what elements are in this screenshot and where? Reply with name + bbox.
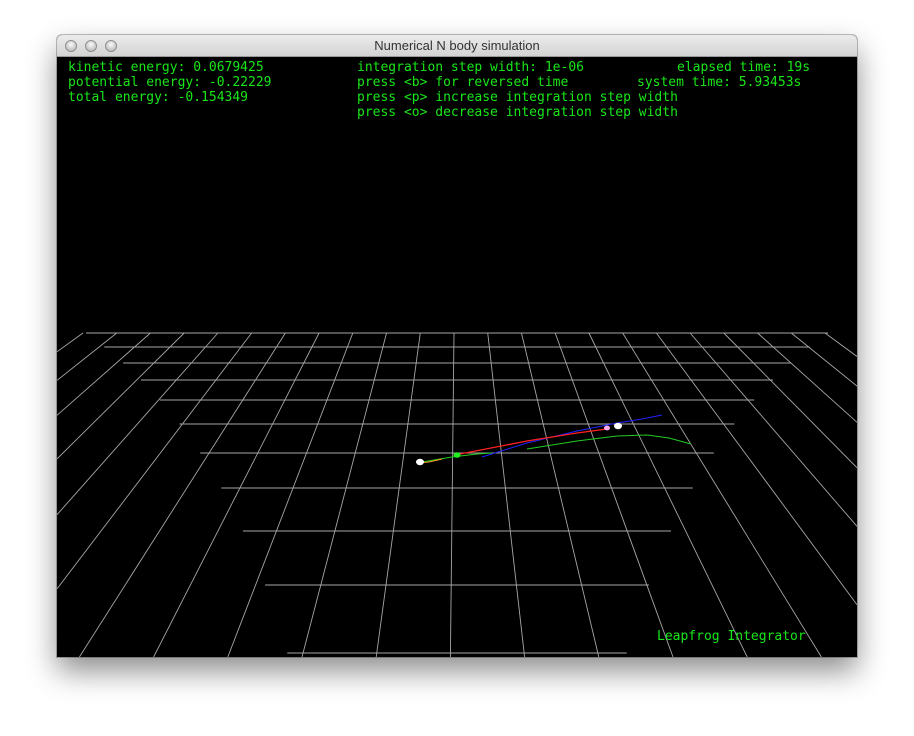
- increase-step-hint: press <p> increase integration step widt…: [357, 90, 678, 105]
- grid-column-line: [824, 332, 857, 357]
- controls-help: integration step width: 1e-06 press <b> …: [357, 60, 678, 120]
- grid-column-line: [375, 332, 421, 657]
- blue-trail: [481, 414, 663, 458]
- grid-column-line: [689, 332, 857, 527]
- grid-column-line: [57, 332, 185, 460]
- window-title: Numerical N body simulation: [374, 38, 540, 53]
- grid-column-line: [79, 332, 286, 657]
- grid-column-line: [153, 332, 320, 657]
- grid-column-line: [57, 332, 151, 416]
- decrease-step-hint: press <o> decrease integration step widt…: [357, 105, 678, 120]
- grid-column-line: [487, 332, 526, 657]
- grid-column-line: [57, 332, 252, 590]
- grid-column-line: [588, 332, 748, 657]
- grid-column-line: [790, 332, 857, 387]
- grid-column-line: [301, 332, 387, 657]
- grid-column-line: [57, 332, 84, 353]
- reverse-time-hint: press <b> for reversed time: [357, 75, 569, 90]
- bodies: [416, 422, 622, 466]
- title-bar[interactable]: Numerical N body simulation: [57, 35, 857, 57]
- grid-column-line: [57, 332, 118, 381]
- grid-column-line: [449, 332, 455, 657]
- floor-grid: [57, 332, 857, 657]
- total-energy-text: total energy: -0.154349: [68, 90, 249, 105]
- grid-column-line: [227, 332, 354, 657]
- scene-svg: [57, 332, 857, 657]
- grid-column-line: [622, 332, 822, 657]
- body-green: [453, 452, 461, 458]
- grid-column-line: [554, 332, 674, 657]
- grid-column-line: [521, 332, 600, 657]
- body-pink: [604, 425, 610, 431]
- body-white-left: [416, 458, 424, 466]
- body-white-right: [614, 422, 622, 430]
- integrator-label: Leapfrog Integrator: [657, 629, 806, 644]
- energy-readout: kinetic energy: 0.0679425 potential ener…: [68, 60, 272, 105]
- elapsed-time-text: elapsed time: 19s: [677, 60, 811, 75]
- simulation-viewport[interactable]: kinetic energy: 0.0679425 potential ener…: [57, 57, 857, 657]
- potential-energy-text: potential energy: -0.22229: [68, 75, 272, 90]
- system-time-text: system time: 5.93453s: [637, 75, 802, 90]
- step-width-text: integration step width: 1e-06: [357, 60, 584, 75]
- app-window: Numerical N body simulation kinetic ener…: [57, 35, 857, 657]
- grid-column-line: [656, 332, 857, 605]
- kinetic-energy-text: kinetic energy: 0.0679425: [68, 60, 264, 75]
